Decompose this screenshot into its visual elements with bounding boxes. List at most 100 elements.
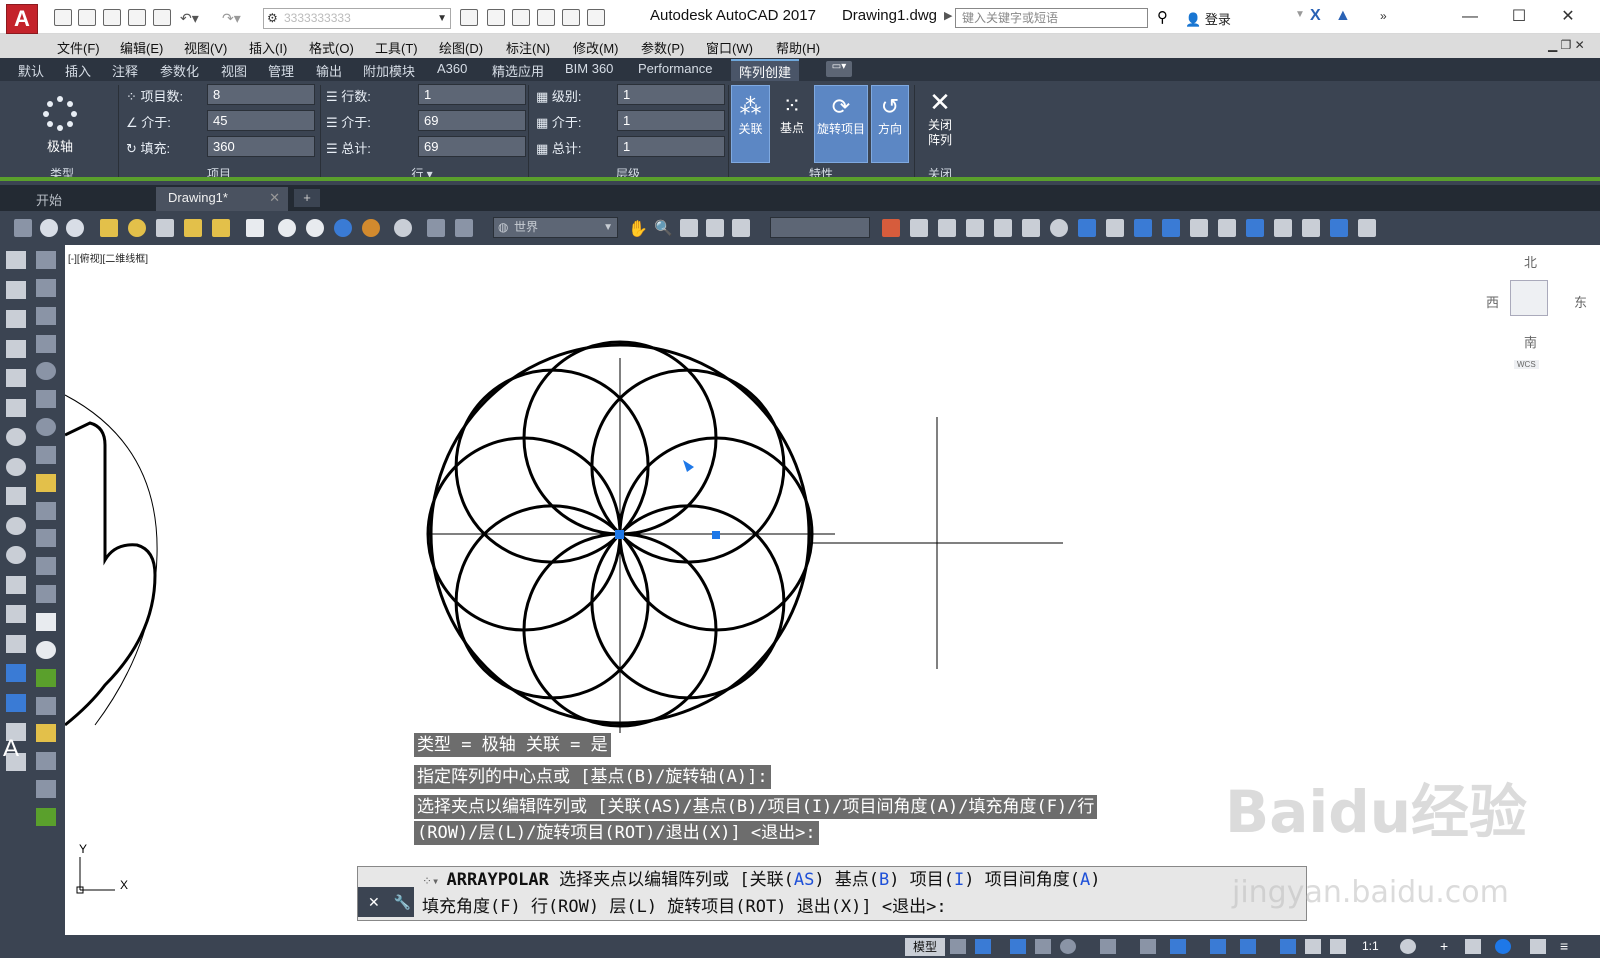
command-text[interactable]: ⁘▾ ARRAYPOLAR 选择夹点以编辑阵列或 [关联(AS) 基点(B) 项…: [416, 867, 1306, 921]
join-icon[interactable]: [1246, 219, 1264, 237]
break-at-point-icon[interactable]: [1218, 219, 1236, 237]
rotate-items-button[interactable]: ⟳ 旋转项目: [814, 85, 868, 163]
kw-as[interactable]: AS: [794, 870, 814, 890]
dim-edit-icon[interactable]: [36, 724, 56, 743]
viewcube-east[interactable]: 东: [1574, 292, 1587, 311]
viewcube-west[interactable]: 西: [1486, 292, 1499, 311]
hatch-icon[interactable]: [6, 664, 26, 683]
properties-icon[interactable]: [512, 9, 530, 26]
menu-file[interactable]: 文件(F): [57, 38, 100, 57]
baseline-icon[interactable]: [36, 501, 56, 520]
kw-a[interactable]: A: [1080, 870, 1090, 890]
tab-featured-apps[interactable]: 精选应用: [492, 61, 544, 80]
search-input[interactable]: 键入关键字或短语: [955, 8, 1148, 28]
view-ucs-icon[interactable]: [455, 219, 473, 237]
auto-scale-icon[interactable]: [1330, 939, 1346, 954]
quick-dim-icon[interactable]: [36, 473, 56, 492]
arc-icon[interactable]: [6, 398, 26, 417]
save-icon[interactable]: [103, 9, 121, 26]
tab-insert[interactable]: 插入: [65, 61, 91, 80]
menu-tools[interactable]: 工具(T): [375, 38, 418, 57]
kw-b[interactable]: B: [879, 870, 889, 890]
ribbon-options-icon[interactable]: ▭▾: [826, 61, 852, 77]
extrude-icon[interactable]: [212, 219, 230, 237]
menu-insert[interactable]: 插入(I): [249, 38, 287, 57]
lineweight-icon[interactable]: [1210, 939, 1226, 954]
ellipse-arc-icon[interactable]: [6, 546, 26, 565]
named-view-combo[interactable]: [770, 217, 870, 238]
close-window-button[interactable]: ✕: [1546, 3, 1590, 31]
break-icon[interactable]: [1190, 219, 1208, 237]
direction-button[interactable]: ↺ 方向: [871, 85, 909, 163]
rotate-icon[interactable]: [1050, 219, 1068, 237]
annotation-scale[interactable]: 1:1: [1362, 939, 1379, 953]
sphere-realistic-icon[interactable]: [362, 219, 380, 237]
selection-cycling-icon[interactable]: [1280, 939, 1296, 954]
rows-total-input[interactable]: 69: [418, 136, 526, 157]
rows-count-input[interactable]: 1: [418, 84, 526, 105]
menu-window[interactable]: 窗口(W): [706, 38, 753, 57]
dim-update-icon[interactable]: [36, 780, 56, 799]
viewcube-top-face[interactable]: [1510, 280, 1548, 316]
command-line[interactable]: ✕ 🔧 ⁘▾ ARRAYPOLAR 选择夹点以编辑阵列或 [关联(AS) 基点(…: [357, 866, 1307, 921]
polygon-icon[interactable]: [6, 339, 26, 358]
walk-icon[interactable]: [680, 219, 698, 237]
center-mark-icon[interactable]: [36, 640, 56, 659]
jogged-linear-icon[interactable]: [36, 696, 56, 715]
sheet-set-icon[interactable]: [562, 9, 580, 26]
tab-parametric[interactable]: 参数化: [160, 61, 199, 80]
world-ucs-icon[interactable]: [427, 219, 445, 237]
object-snap-tracking-icon[interactable]: [1140, 939, 1156, 954]
array-icon[interactable]: [994, 219, 1012, 237]
annotation-visibility-icon[interactable]: [1305, 939, 1321, 954]
tab-annotate[interactable]: 注释: [112, 61, 138, 80]
tab-view[interactable]: 视图: [221, 61, 247, 80]
a360-icon[interactable]: ▲: [1335, 7, 1351, 25]
camera-icon[interactable]: [706, 219, 724, 237]
viewcube[interactable]: 北 南 西 东 WCS: [1480, 250, 1600, 380]
zoom-icon[interactable]: 🔍: [654, 219, 673, 237]
fly-icon[interactable]: [732, 219, 750, 237]
viewcube-south[interactable]: 南: [1524, 332, 1537, 351]
ramp-icon[interactable]: [184, 219, 202, 237]
snap-icon[interactable]: [975, 939, 991, 954]
kw-i[interactable]: I: [954, 870, 964, 890]
tab-drawing1[interactable]: Drawing1* ✕: [156, 187, 288, 211]
tab-start[interactable]: 开始: [24, 187, 152, 211]
make-block-icon[interactable]: [6, 605, 26, 624]
stretch-icon[interactable]: [1106, 219, 1124, 237]
direction-grip-arrow[interactable]: [683, 460, 694, 472]
workspace-gear-icon[interactable]: [1400, 939, 1416, 954]
trim-icon[interactable]: [1134, 219, 1152, 237]
dim-text-edit-icon[interactable]: [36, 752, 56, 771]
diameter-icon[interactable]: [36, 418, 56, 437]
scale-icon[interactable]: [1078, 219, 1096, 237]
menu-help[interactable]: 帮助(H): [776, 38, 820, 57]
dim-style-icon[interactable]: [36, 807, 56, 826]
linear-dim-icon[interactable]: [36, 251, 56, 269]
undo-icon[interactable]: ↶▾: [180, 10, 199, 27]
close-tab-icon[interactable]: ✕: [269, 190, 280, 206]
aligned-dim-icon[interactable]: [36, 278, 56, 297]
tab-default[interactable]: 默认: [18, 61, 44, 80]
command-line-controls[interactable]: ✕ 🔧: [358, 887, 414, 917]
levels-input[interactable]: 1: [617, 84, 725, 105]
publish-icon[interactable]: [487, 9, 505, 26]
associative-button[interactable]: ⁂ 关联: [731, 85, 770, 163]
match-properties-icon[interactable]: [882, 219, 900, 237]
blend-icon[interactable]: [1330, 219, 1348, 237]
free-orbit-icon[interactable]: [66, 219, 84, 237]
radius-icon[interactable]: [36, 362, 56, 381]
doc-window-controls[interactable]: ▁ ❐ ✕: [1548, 38, 1585, 52]
line-icon[interactable]: [6, 251, 26, 269]
tab-array-creation[interactable]: 阵列创建: [731, 59, 800, 82]
ucs-icon[interactable]: [14, 219, 32, 237]
wrench-icon[interactable]: 🔧: [394, 894, 411, 910]
autocad-logo[interactable]: A: [6, 4, 38, 34]
jogged-icon[interactable]: [36, 390, 56, 409]
tab-manage[interactable]: 管理: [268, 61, 294, 80]
angular-dim-icon[interactable]: [36, 445, 56, 464]
menu-dimension[interactable]: 标注(N): [506, 38, 550, 57]
save-as-icon[interactable]: [128, 9, 146, 26]
levels-total-input[interactable]: 1: [617, 136, 725, 157]
